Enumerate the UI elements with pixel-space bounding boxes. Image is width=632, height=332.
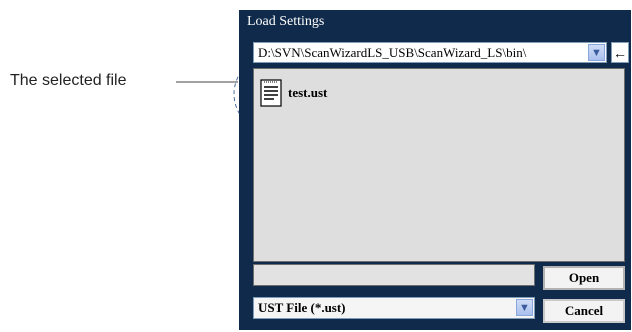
chevron-down-icon[interactable]: ▼ (588, 44, 605, 61)
dialog-title: Load Settings (247, 14, 325, 29)
back-arrow-button[interactable]: ← (611, 42, 629, 63)
path-value: D:\SVN\ScanWizardLS_USB\ScanWizard_LS\bi… (258, 45, 527, 60)
file-list[interactable]: test.ust (253, 68, 625, 262)
file-name: test.ust (288, 85, 328, 100)
chevron-down-icon[interactable]: ▼ (516, 299, 533, 316)
load-settings-dialog: Load Settings D:\SVN\ScanWizardLS_USB\Sc… (239, 10, 631, 330)
callout-label: The selected file (10, 72, 127, 89)
cancel-button[interactable]: Cancel (543, 299, 625, 323)
filename-field[interactable] (253, 264, 535, 286)
document-icon (260, 79, 282, 107)
list-item[interactable]: test.ust (260, 79, 327, 107)
file-type-value: UST File (*.ust) (258, 300, 346, 315)
path-dropdown[interactable]: D:\SVN\ScanWizardLS_USB\ScanWizard_LS\bi… (253, 42, 607, 63)
open-button[interactable]: Open (543, 266, 625, 290)
file-type-dropdown[interactable]: UST File (*.ust) ▼ (253, 297, 535, 319)
